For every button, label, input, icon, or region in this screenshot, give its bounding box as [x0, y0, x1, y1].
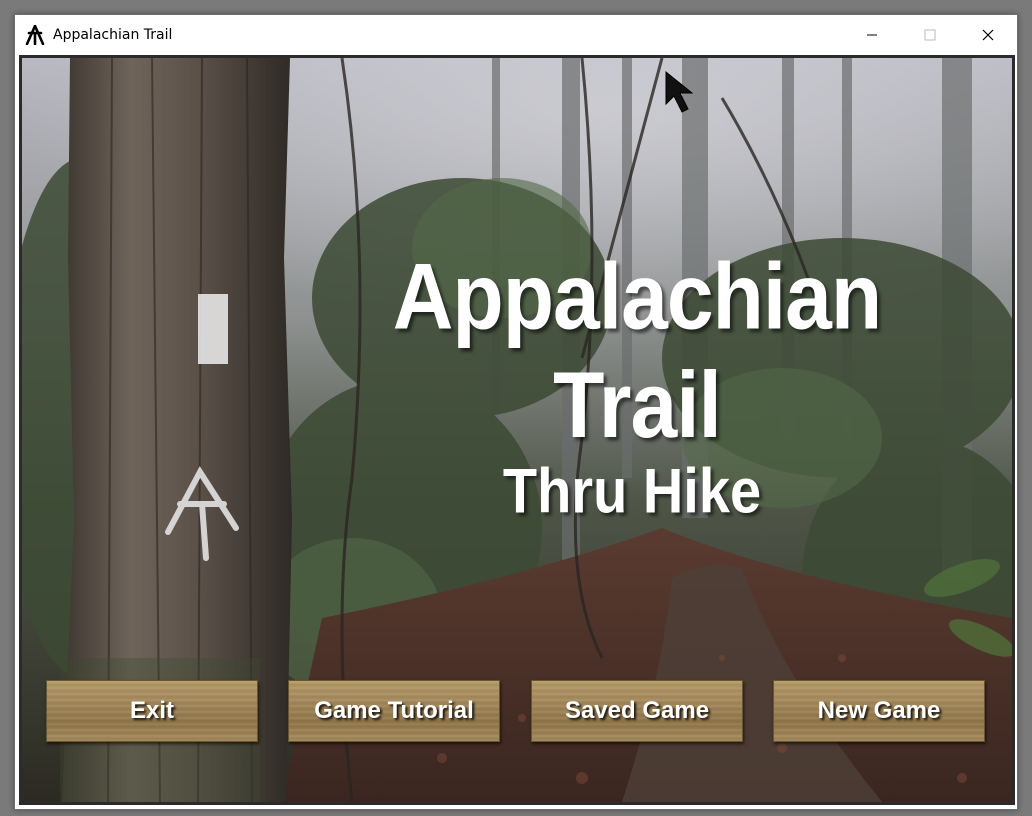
app-window: Appalachian Trail Appalachian Trail Thru…	[14, 14, 1018, 810]
at-logo-icon	[25, 25, 45, 45]
game-title: Appalachian Trail	[392, 243, 882, 458]
title-bar[interactable]: Appalachian Trail	[15, 15, 1017, 55]
trail-blaze	[198, 294, 228, 364]
game-canvas[interactable]: Appalachian Trail Thru Hike Exit Game Tu…	[19, 55, 1015, 805]
game-tutorial-button-label: Game Tutorial	[314, 697, 474, 724]
mouse-cursor-icon	[665, 70, 694, 113]
maximize-icon	[924, 29, 936, 41]
saved-game-button[interactable]: Saved Game	[531, 680, 743, 742]
minimize-button[interactable]	[843, 15, 901, 55]
minimize-icon	[867, 34, 877, 36]
saved-game-button-label: Saved Game	[564, 697, 710, 724]
new-game-button[interactable]: New Game	[773, 680, 985, 742]
close-button[interactable]	[959, 15, 1017, 55]
maximize-button[interactable]	[901, 15, 959, 55]
game-subtitle: Thru Hike	[502, 455, 762, 526]
close-icon	[982, 29, 994, 41]
exit-button-label: Exit	[129, 697, 174, 724]
window-title: Appalachian Trail	[53, 27, 173, 43]
game-tutorial-button[interactable]: Game Tutorial	[288, 680, 500, 742]
new-game-button-label: New Game	[817, 697, 941, 724]
exit-button[interactable]: Exit	[46, 680, 258, 742]
